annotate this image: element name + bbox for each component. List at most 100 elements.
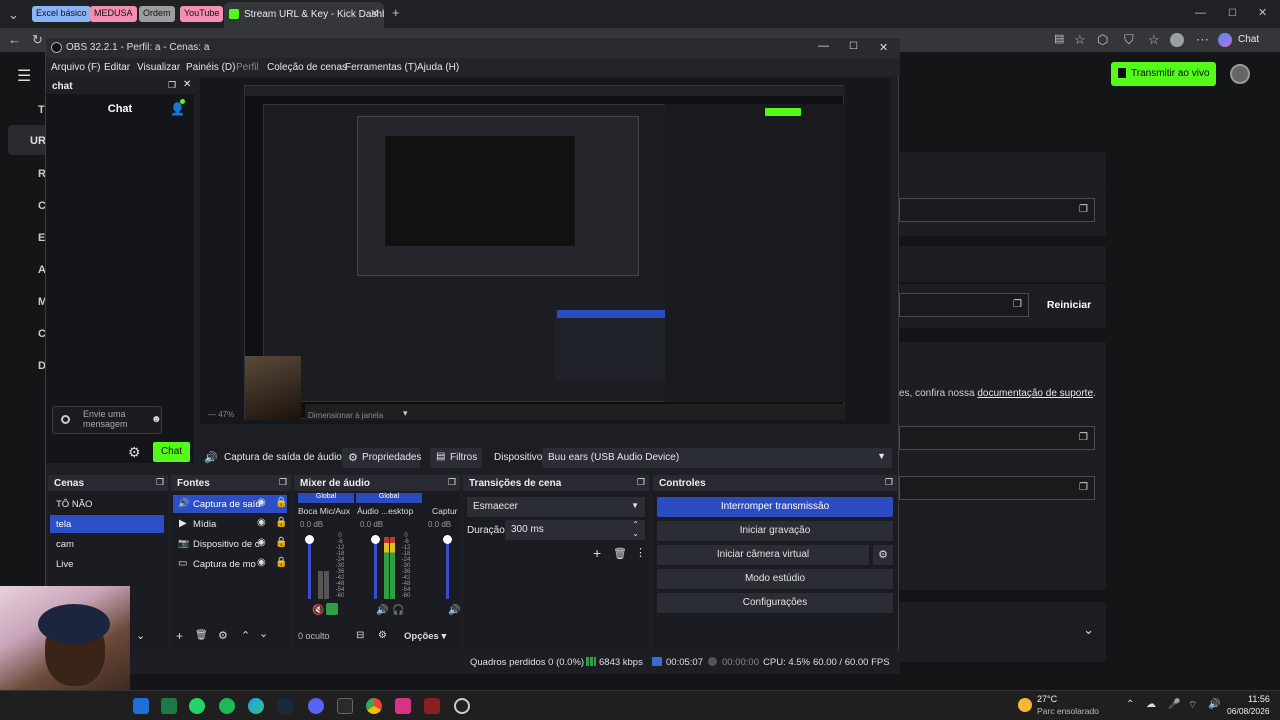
lock-icon[interactable]: 🔒 <box>275 517 287 528</box>
stream-key-field[interactable]: ❐ <box>899 293 1029 317</box>
speaker-icon[interactable]: 🔊 <box>448 605 460 616</box>
scale-label[interactable]: Dimensionar à janela <box>308 411 383 420</box>
float-icon[interactable]: ❐ <box>885 477 893 488</box>
restart-button[interactable]: Reiniciar <box>1038 293 1100 317</box>
epic-games-icon[interactable] <box>337 698 353 714</box>
duration-input[interactable]: 300 ms ⌃ ⌄ <box>505 520 645 540</box>
speaker-icon[interactable]: 🔊 <box>376 605 388 616</box>
backup-key-field[interactable]: ❐ <box>899 476 1095 500</box>
scene-item[interactable]: tela <box>50 515 164 533</box>
clock-date[interactable]: 06/08/2026 <box>1227 706 1270 716</box>
add-source-icon[interactable]: + <box>176 629 183 643</box>
layout-icon[interactable]: ⊟ <box>356 630 364 641</box>
volume-slider[interactable] <box>308 535 311 599</box>
obs-taskbar-icon[interactable] <box>454 698 470 714</box>
copy-icon[interactable]: ❐ <box>1079 432 1088 443</box>
virtual-camera-button[interactable]: Iniciar câmera virtual <box>657 545 869 565</box>
float-icon[interactable]: ❐ <box>637 477 645 488</box>
virtual-camera-settings-gear-icon[interactable]: ⚙ <box>873 545 893 565</box>
bookmark-star-icon[interactable]: ☆ <box>1074 33 1086 46</box>
page-icon[interactable]: ▤ <box>1054 33 1064 46</box>
stop-stream-button[interactable]: Interromper transmissão <box>657 497 893 517</box>
tab-kick-dashboard[interactable]: Stream URL & Key - Kick Dashboa <box>224 2 384 28</box>
app-icon[interactable] <box>395 698 411 714</box>
mixer-channel-name[interactable]: Captur <box>432 506 460 516</box>
copilot-icon[interactable] <box>1218 33 1232 47</box>
volume-slider[interactable] <box>374 535 377 599</box>
properties-button[interactable]: ⚙ Propriedades <box>342 448 421 468</box>
steam-icon[interactable] <box>277 698 293 714</box>
menu-profile[interactable]: Perfil <box>236 62 259 73</box>
volume-handle[interactable] <box>305 535 314 544</box>
menu-help[interactable]: Ajuda (H) <box>417 62 459 73</box>
mixer-options-button[interactable]: Opções ▾ <box>404 631 446 642</box>
headphones-icon[interactable] <box>326 603 338 615</box>
lock-icon[interactable]: 🔒 <box>275 537 287 548</box>
maximize-icon[interactable]: ☐ <box>1228 7 1237 20</box>
copy-icon[interactable]: ❐ <box>1079 204 1088 215</box>
volume-handle[interactable] <box>371 535 380 544</box>
weather-desc[interactable]: Parc ensolarado <box>1037 706 1099 716</box>
lock-icon[interactable]: 🔒 <box>275 497 287 508</box>
menu-scene-collection[interactable]: Coleção de cenas <box>267 62 347 73</box>
gear-icon[interactable]: ⚙ <box>218 629 228 642</box>
trash-icon[interactable]: 🗑 <box>195 630 208 641</box>
whatsapp-icon[interactable] <box>189 698 205 714</box>
edge-icon[interactable] <box>248 698 264 714</box>
chat-settings-gear-icon[interactable]: ⚙ <box>128 444 141 461</box>
volume-handle[interactable] <box>443 535 452 544</box>
chat-label[interactable]: Chat <box>1238 34 1259 45</box>
tab-close-icon[interactable]: ✕ <box>370 8 379 21</box>
more-options-icon[interactable]: ⋮ <box>635 546 646 559</box>
lock-icon[interactable]: 🔒 <box>275 557 287 568</box>
bookmark-excel[interactable]: Excel básico <box>32 6 91 22</box>
volume-slider[interactable] <box>446 535 449 599</box>
minimize-icon[interactable]: — <box>1195 7 1206 20</box>
spotify-icon[interactable] <box>219 698 235 714</box>
visibility-eye-icon[interactable]: ◉ <box>257 537 266 548</box>
hamburger-menu-icon[interactable]: ☰ <box>17 66 31 86</box>
clock-time[interactable]: 11:56 <box>1248 694 1270 704</box>
menu-view[interactable]: Visualizar <box>137 62 180 73</box>
headphones-icon[interactable]: 🎧 <box>392 605 404 616</box>
menu-tools[interactable]: Ferramentas (T) <box>345 62 417 73</box>
tray-chevron-icon[interactable]: ⌃ <box>1126 699 1134 710</box>
source-item[interactable]: 📷 Dispositivo de c <box>173 535 287 553</box>
settings-button[interactable]: Configurações <box>657 593 893 613</box>
copy-icon[interactable]: ❐ <box>1013 299 1022 310</box>
xbox-icon[interactable] <box>133 698 149 714</box>
user-avatar[interactable] <box>1230 64 1250 84</box>
chevron-down-icon[interactable]: ⌄ <box>136 629 145 642</box>
weather-temp[interactable]: 27°C <box>1037 694 1057 704</box>
tab-list-icon[interactable]: ⌄ <box>8 8 19 21</box>
float-icon[interactable]: ❐ <box>279 477 287 488</box>
mixer-channel-name[interactable]: Áudio ...esktop <box>357 506 413 516</box>
user-settings-icon[interactable]: 👤 <box>170 102 185 116</box>
more-icon[interactable]: ⋯ <box>1196 33 1209 46</box>
preview-area[interactable]: — 47% Dimensionar à janela ▾ <box>200 78 890 424</box>
source-item[interactable]: ▶ Mídia <box>173 515 287 533</box>
transition-select[interactable]: Esmaecer ▼ <box>467 497 645 517</box>
sidebar-letter[interactable]: UR <box>30 135 46 147</box>
close-icon[interactable]: ✕ <box>183 79 191 90</box>
float-icon[interactable]: ❐ <box>448 477 456 488</box>
discord-icon[interactable] <box>308 698 324 714</box>
copy-icon[interactable]: ❐ <box>1079 482 1088 493</box>
extensions-icon[interactable]: ⬡ <box>1097 33 1108 46</box>
scale-dropdown-icon[interactable]: ▾ <box>403 408 408 419</box>
wifi-icon[interactable]: ⌔ <box>1188 699 1197 712</box>
scene-item[interactable]: Live <box>50 555 164 573</box>
menu-file[interactable]: Arquivo (F) <box>51 62 100 73</box>
shield-icon[interactable]: ⛉ <box>1124 33 1134 46</box>
visibility-eye-icon[interactable]: ◉ <box>257 497 266 508</box>
tray-app-icon[interactable]: ☁ <box>1146 699 1156 710</box>
bookmark-ordem[interactable]: Ordem <box>139 6 175 22</box>
filters-button[interactable]: ▤ Filtros <box>430 448 482 468</box>
start-recording-button[interactable]: Iniciar gravação <box>657 521 893 541</box>
scene-item[interactable]: cam <box>50 535 164 553</box>
move-up-icon[interactable]: ⌃ <box>241 629 250 642</box>
window-close-icon[interactable]: ✕ <box>1258 7 1267 20</box>
new-tab-icon[interactable]: + <box>392 6 400 19</box>
trash-icon[interactable]: 🗑 <box>613 547 627 560</box>
chrome-icon[interactable] <box>366 698 382 714</box>
